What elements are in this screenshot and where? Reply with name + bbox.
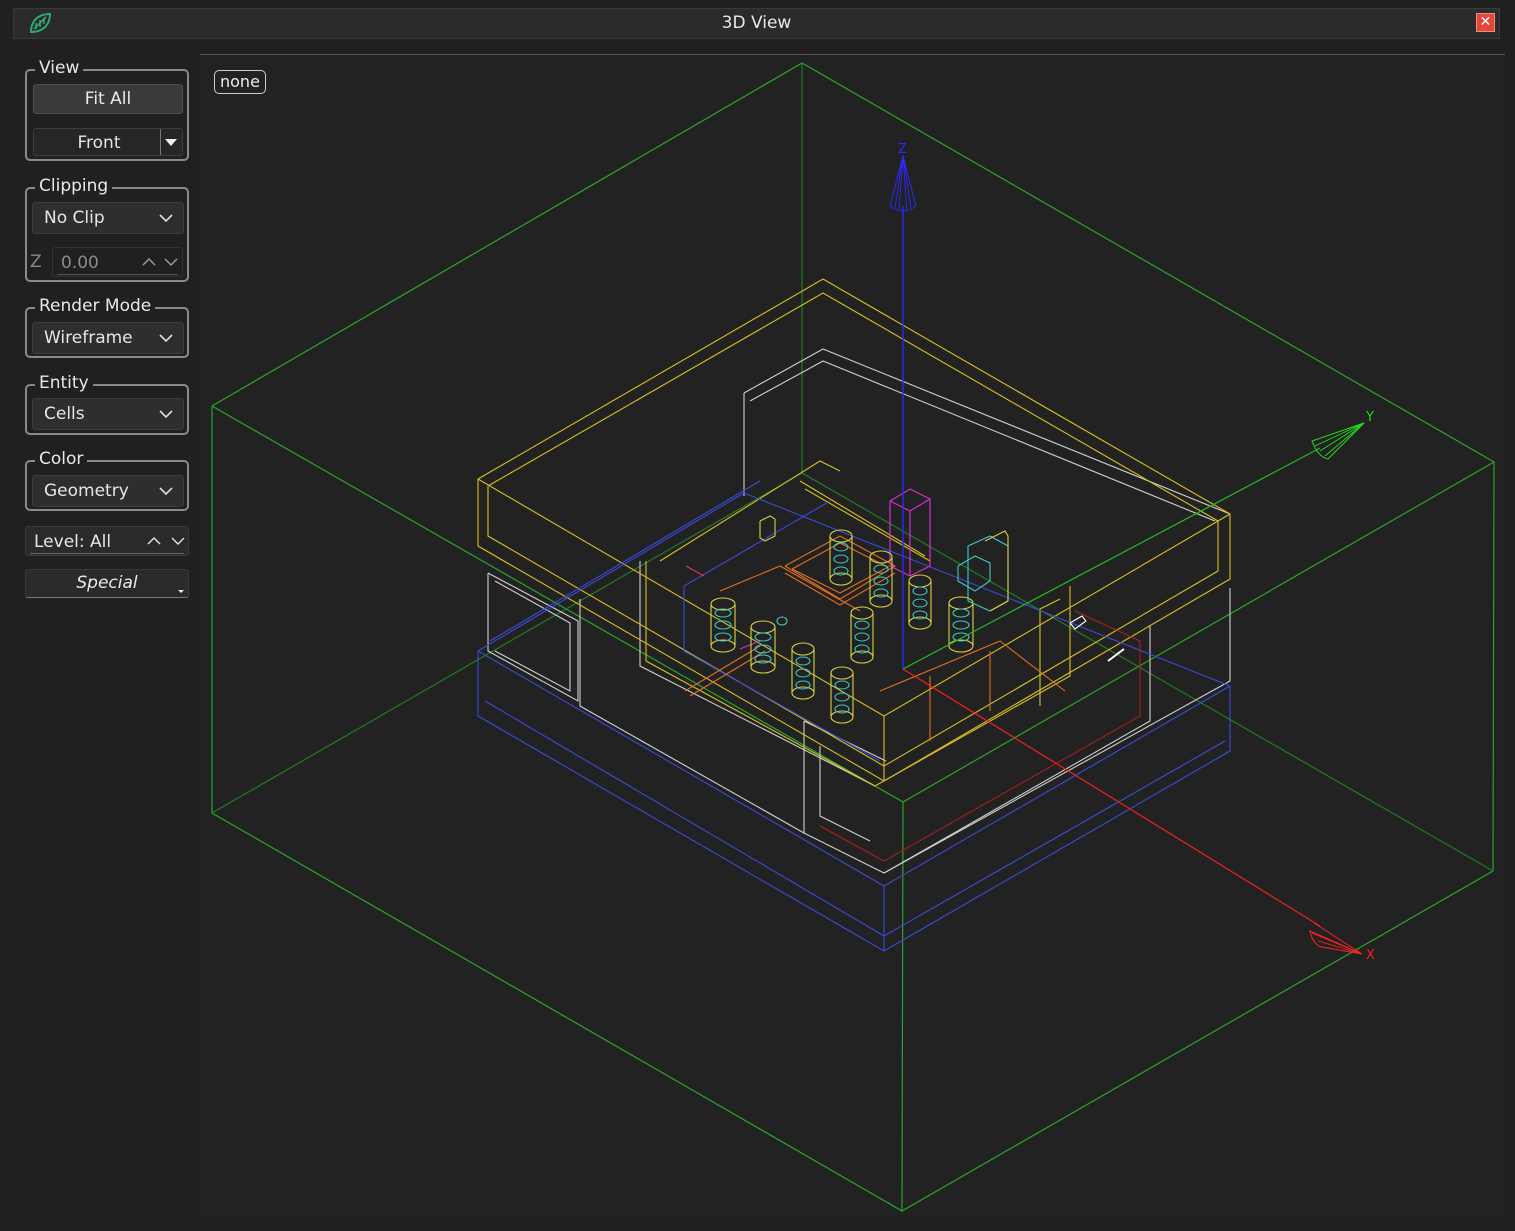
view-orientation-value: Front — [77, 133, 121, 153]
x-axis: X — [902, 668, 1375, 963]
title-bar: 3D View ✕ — [13, 8, 1500, 39]
view-group: View Fit All Front — [25, 58, 189, 161]
special-label: Special — [76, 573, 138, 593]
render-mode-group-label: Render Mode — [35, 296, 156, 316]
red-inner — [685, 565, 1141, 862]
window-title: 3D View — [721, 13, 792, 33]
menu-indicator-icon — [178, 590, 184, 593]
clip-value: 0.00 — [61, 253, 99, 273]
view-group-label: View — [35, 58, 84, 78]
close-icon: ✕ — [1479, 14, 1492, 30]
clip-axis-label: Z — [30, 252, 42, 272]
clipping-group: Clipping No Clip Z 0.00 — [25, 176, 189, 282]
color-value: Geometry — [44, 481, 129, 501]
chevron-down-icon[interactable] — [170, 535, 186, 547]
chevron-up-icon[interactable] — [146, 535, 162, 547]
fit-all-button[interactable]: Fit All — [33, 84, 183, 114]
wireframe-scene: Z Y X — [211, 62, 1495, 1212]
chevron-down-icon — [159, 487, 173, 496]
clip-value-spinbox[interactable]: 0.00 — [52, 247, 183, 277]
caret-down-icon — [165, 139, 177, 146]
chevron-up-icon[interactable] — [141, 256, 157, 268]
level-spinbox[interactable]: Level: All — [25, 526, 189, 556]
entity-select[interactable]: Cells — [32, 398, 184, 430]
y-axis: Y — [902, 410, 1374, 670]
special-menu-button[interactable]: Special — [25, 569, 189, 598]
level-value: Level: All — [34, 532, 112, 552]
color-select[interactable]: Geometry — [32, 475, 184, 507]
entity-group-label: Entity — [35, 373, 93, 393]
chevron-down-icon[interactable] — [163, 256, 179, 268]
x-axis-label: X — [1366, 948, 1375, 963]
clipping-group-label: Clipping — [35, 176, 113, 196]
color-group: Color Geometry — [25, 449, 189, 511]
yellow-walls — [477, 278, 1231, 787]
z-axis: Z — [889, 142, 917, 669]
render-mode-group: Render Mode Wireframe — [25, 296, 189, 358]
clip-mode-select[interactable]: No Clip — [32, 202, 184, 234]
chevron-down-icon — [159, 410, 173, 419]
blue-floor — [477, 480, 1231, 952]
spinbox-underline — [57, 274, 178, 275]
chevron-down-icon — [159, 334, 173, 343]
bounding-box — [211, 62, 1495, 1212]
color-group-label: Color — [35, 449, 88, 469]
view-orientation-dropdown[interactable] — [160, 129, 182, 155]
chevron-down-icon — [159, 214, 173, 223]
entity-value: Cells — [44, 404, 85, 424]
clip-mode-value: No Clip — [44, 208, 105, 228]
fit-all-label: Fit All — [84, 89, 132, 109]
view-orientation-split-button[interactable]: Front — [33, 128, 183, 156]
close-button[interactable]: ✕ — [1476, 13, 1495, 32]
spinbox-underline — [30, 553, 184, 554]
y-axis-label: Y — [1365, 410, 1374, 425]
render-mode-select[interactable]: Wireframe — [32, 322, 184, 354]
z-axis-label: Z — [898, 142, 907, 157]
render-mode-value: Wireframe — [44, 328, 133, 348]
entity-group: Entity Cells — [25, 373, 189, 435]
3d-viewport[interactable]: none Z Y X — [200, 54, 1505, 1217]
